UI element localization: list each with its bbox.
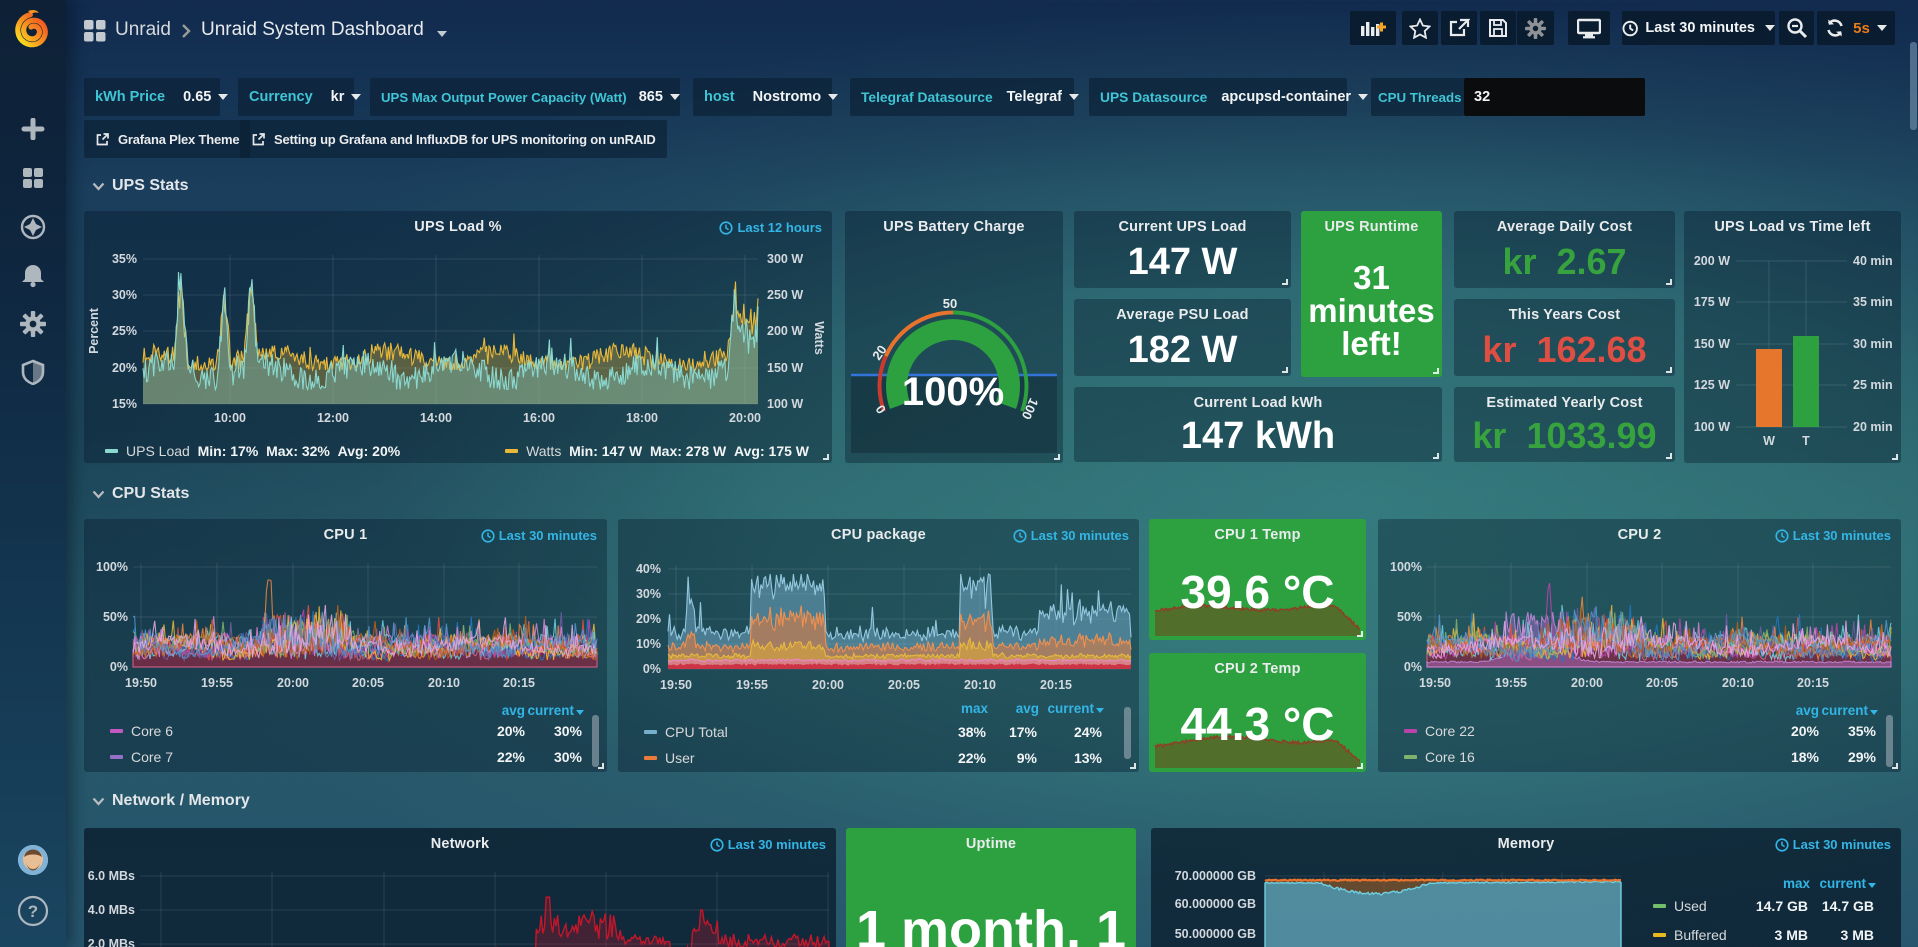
svg-text:35%: 35%	[112, 252, 137, 266]
svg-text:19:55: 19:55	[736, 678, 768, 692]
svg-text:T: T	[1802, 434, 1810, 448]
svg-text:300 W: 300 W	[767, 252, 803, 266]
svg-text:16:00: 16:00	[523, 411, 555, 425]
svg-text:20:05: 20:05	[888, 678, 920, 692]
svg-text:0%: 0%	[643, 662, 661, 676]
svg-text:200 W: 200 W	[767, 324, 803, 338]
svg-text:20:00: 20:00	[1571, 676, 1603, 690]
svg-text:10:00: 10:00	[214, 411, 246, 425]
svg-text:20:10: 20:10	[1722, 676, 1754, 690]
svg-text:20 min: 20 min	[1853, 420, 1893, 434]
svg-text:20:05: 20:05	[1646, 676, 1678, 690]
svg-text:20:00: 20:00	[277, 676, 309, 690]
svg-text:25 min: 25 min	[1853, 378, 1893, 392]
svg-text:100%: 100%	[1390, 560, 1422, 574]
svg-text:19:50: 19:50	[660, 678, 692, 692]
svg-text:19:55: 19:55	[1495, 676, 1527, 690]
svg-text:20:05: 20:05	[352, 676, 384, 690]
svg-text:150 W: 150 W	[1694, 337, 1730, 351]
svg-text:12:00: 12:00	[317, 411, 349, 425]
svg-text:0%: 0%	[110, 660, 128, 674]
svg-text:Watts: Watts	[812, 321, 826, 355]
svg-text:50%: 50%	[1397, 610, 1422, 624]
svg-text:20:10: 20:10	[428, 676, 460, 690]
svg-text:200 W: 200 W	[1694, 254, 1730, 268]
svg-text:25%: 25%	[112, 324, 137, 338]
svg-text:50: 50	[943, 296, 957, 311]
svg-text:20%: 20%	[636, 612, 661, 626]
svg-text:20: 20	[869, 342, 890, 362]
svg-text:20%: 20%	[112, 361, 137, 375]
svg-text:40%: 40%	[636, 562, 661, 576]
svg-text:19:55: 19:55	[201, 676, 233, 690]
svg-text:70.000000 GB: 70.000000 GB	[1175, 869, 1256, 883]
svg-text:100%: 100%	[96, 560, 128, 574]
svg-text:100%: 100%	[902, 370, 1004, 414]
svg-text:20:00: 20:00	[812, 678, 844, 692]
svg-text:30%: 30%	[636, 587, 661, 601]
svg-text:20:15: 20:15	[503, 676, 535, 690]
svg-text:20:15: 20:15	[1797, 676, 1829, 690]
svg-text:2.0 MBs: 2.0 MBs	[88, 937, 135, 947]
svg-text:20:00: 20:00	[729, 411, 761, 425]
svg-text:15%: 15%	[112, 397, 137, 411]
svg-text:14:00: 14:00	[420, 411, 452, 425]
svg-text:125 W: 125 W	[1694, 378, 1730, 392]
svg-text:10%: 10%	[636, 637, 661, 651]
svg-text:40 min: 40 min	[1853, 254, 1893, 268]
svg-text:100 W: 100 W	[1694, 420, 1730, 434]
svg-text:175 W: 175 W	[1694, 295, 1730, 309]
svg-text:4.0 MBs: 4.0 MBs	[88, 903, 135, 917]
svg-text:50.000000 GB: 50.000000 GB	[1175, 927, 1256, 941]
svg-text:20:15: 20:15	[1040, 678, 1072, 692]
svg-text:19:50: 19:50	[125, 676, 157, 690]
svg-text:20:10: 20:10	[964, 678, 996, 692]
svg-text:Percent: Percent	[87, 307, 101, 354]
svg-text:18:00: 18:00	[626, 411, 658, 425]
svg-text:250 W: 250 W	[767, 288, 803, 302]
svg-text:50%: 50%	[103, 610, 128, 624]
svg-text:19:50: 19:50	[1419, 676, 1451, 690]
svg-text:6.0 MBs: 6.0 MBs	[88, 869, 135, 883]
svg-text:60.000000 GB: 60.000000 GB	[1175, 897, 1256, 911]
svg-text:W: W	[1763, 434, 1775, 448]
svg-text:?: ?	[28, 902, 38, 921]
svg-text:30 min: 30 min	[1853, 337, 1893, 351]
svg-text:100 W: 100 W	[767, 397, 803, 411]
svg-text:35 min: 35 min	[1853, 295, 1893, 309]
svg-text:150 W: 150 W	[767, 361, 803, 375]
svg-text:30%: 30%	[112, 288, 137, 302]
svg-text:0%: 0%	[1404, 660, 1422, 674]
